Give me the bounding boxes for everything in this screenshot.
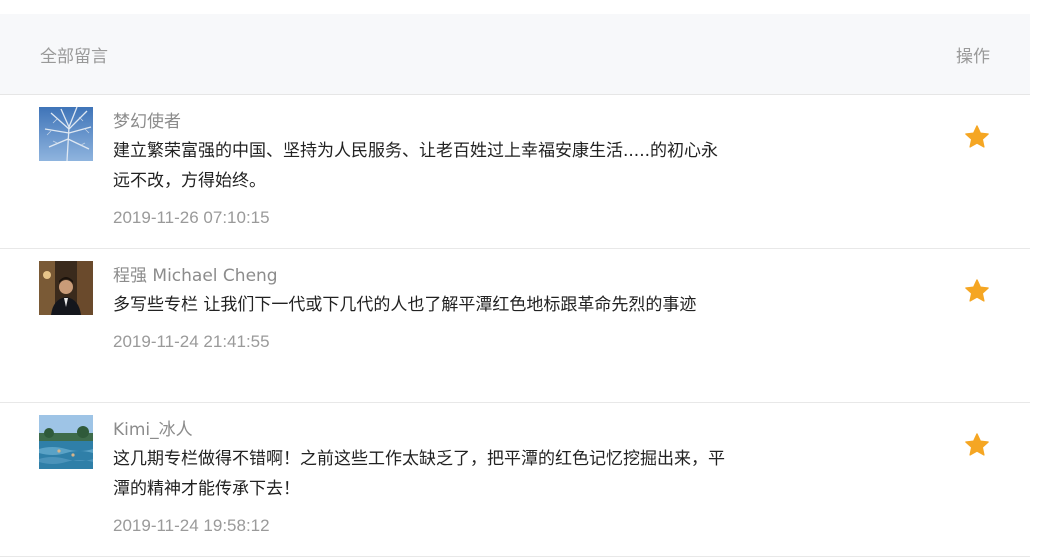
comment-timestamp: 2019-11-26 07:10:15 [113,208,270,227]
avatar[interactable] [39,415,93,469]
header-action-label: 操作 [956,46,990,67]
star-icon[interactable] [964,278,990,304]
star-icon[interactable] [964,124,990,150]
comment-timestamp: 2019-11-24 19:58:12 [113,516,270,535]
star-icon[interactable] [964,432,990,458]
portrait-photo-image [39,261,93,315]
header-title: 全部留言 [40,46,108,67]
commenter-name[interactable]: 梦幻使者 [113,109,733,135]
comment-item: 程强 Michael Cheng 多写些专栏 让我们下一代或下几代的人也了解平潭… [0,249,1030,403]
commenter-name[interactable]: 程强 Michael Cheng [113,263,733,289]
comment-item: 梦幻使者 建立繁荣富强的中国、坚持为人民服务、让老百姓过上幸福安康生活.....… [0,95,1030,249]
avatar[interactable] [39,107,93,161]
tree-photo-image [39,107,93,161]
seaside-photo-image [39,415,93,469]
comment-text: 这几期专栏做得不错啊！之前这些工作太缺乏了，把平潭的红色记忆挖掘出来，平潭的精神… [113,449,725,499]
comment-item: Kimi_冰人 这几期专栏做得不错啊！之前这些工作太缺乏了，把平潭的红色记忆挖掘… [0,403,1030,557]
avatar[interactable] [39,261,93,315]
comments-panel: 全部留言 操作 梦幻使者 建立繁荣富强的中国、坚持为人民服务、让老百姓过上幸福安… [0,14,1030,560]
comment-text: 多写些专栏 让我们下一代或下几代的人也了解平潭红色地标跟革命先烈的事迹 [113,295,697,315]
commenter-name[interactable]: Kimi_冰人 [113,417,733,443]
comment-timestamp: 2019-11-24 21:41:55 [113,332,270,351]
comment-text: 建立繁荣富强的中国、坚持为人民服务、让老百姓过上幸福安康生活.....的初心永远… [113,141,719,191]
comments-header: 全部留言 操作 [0,14,1030,95]
